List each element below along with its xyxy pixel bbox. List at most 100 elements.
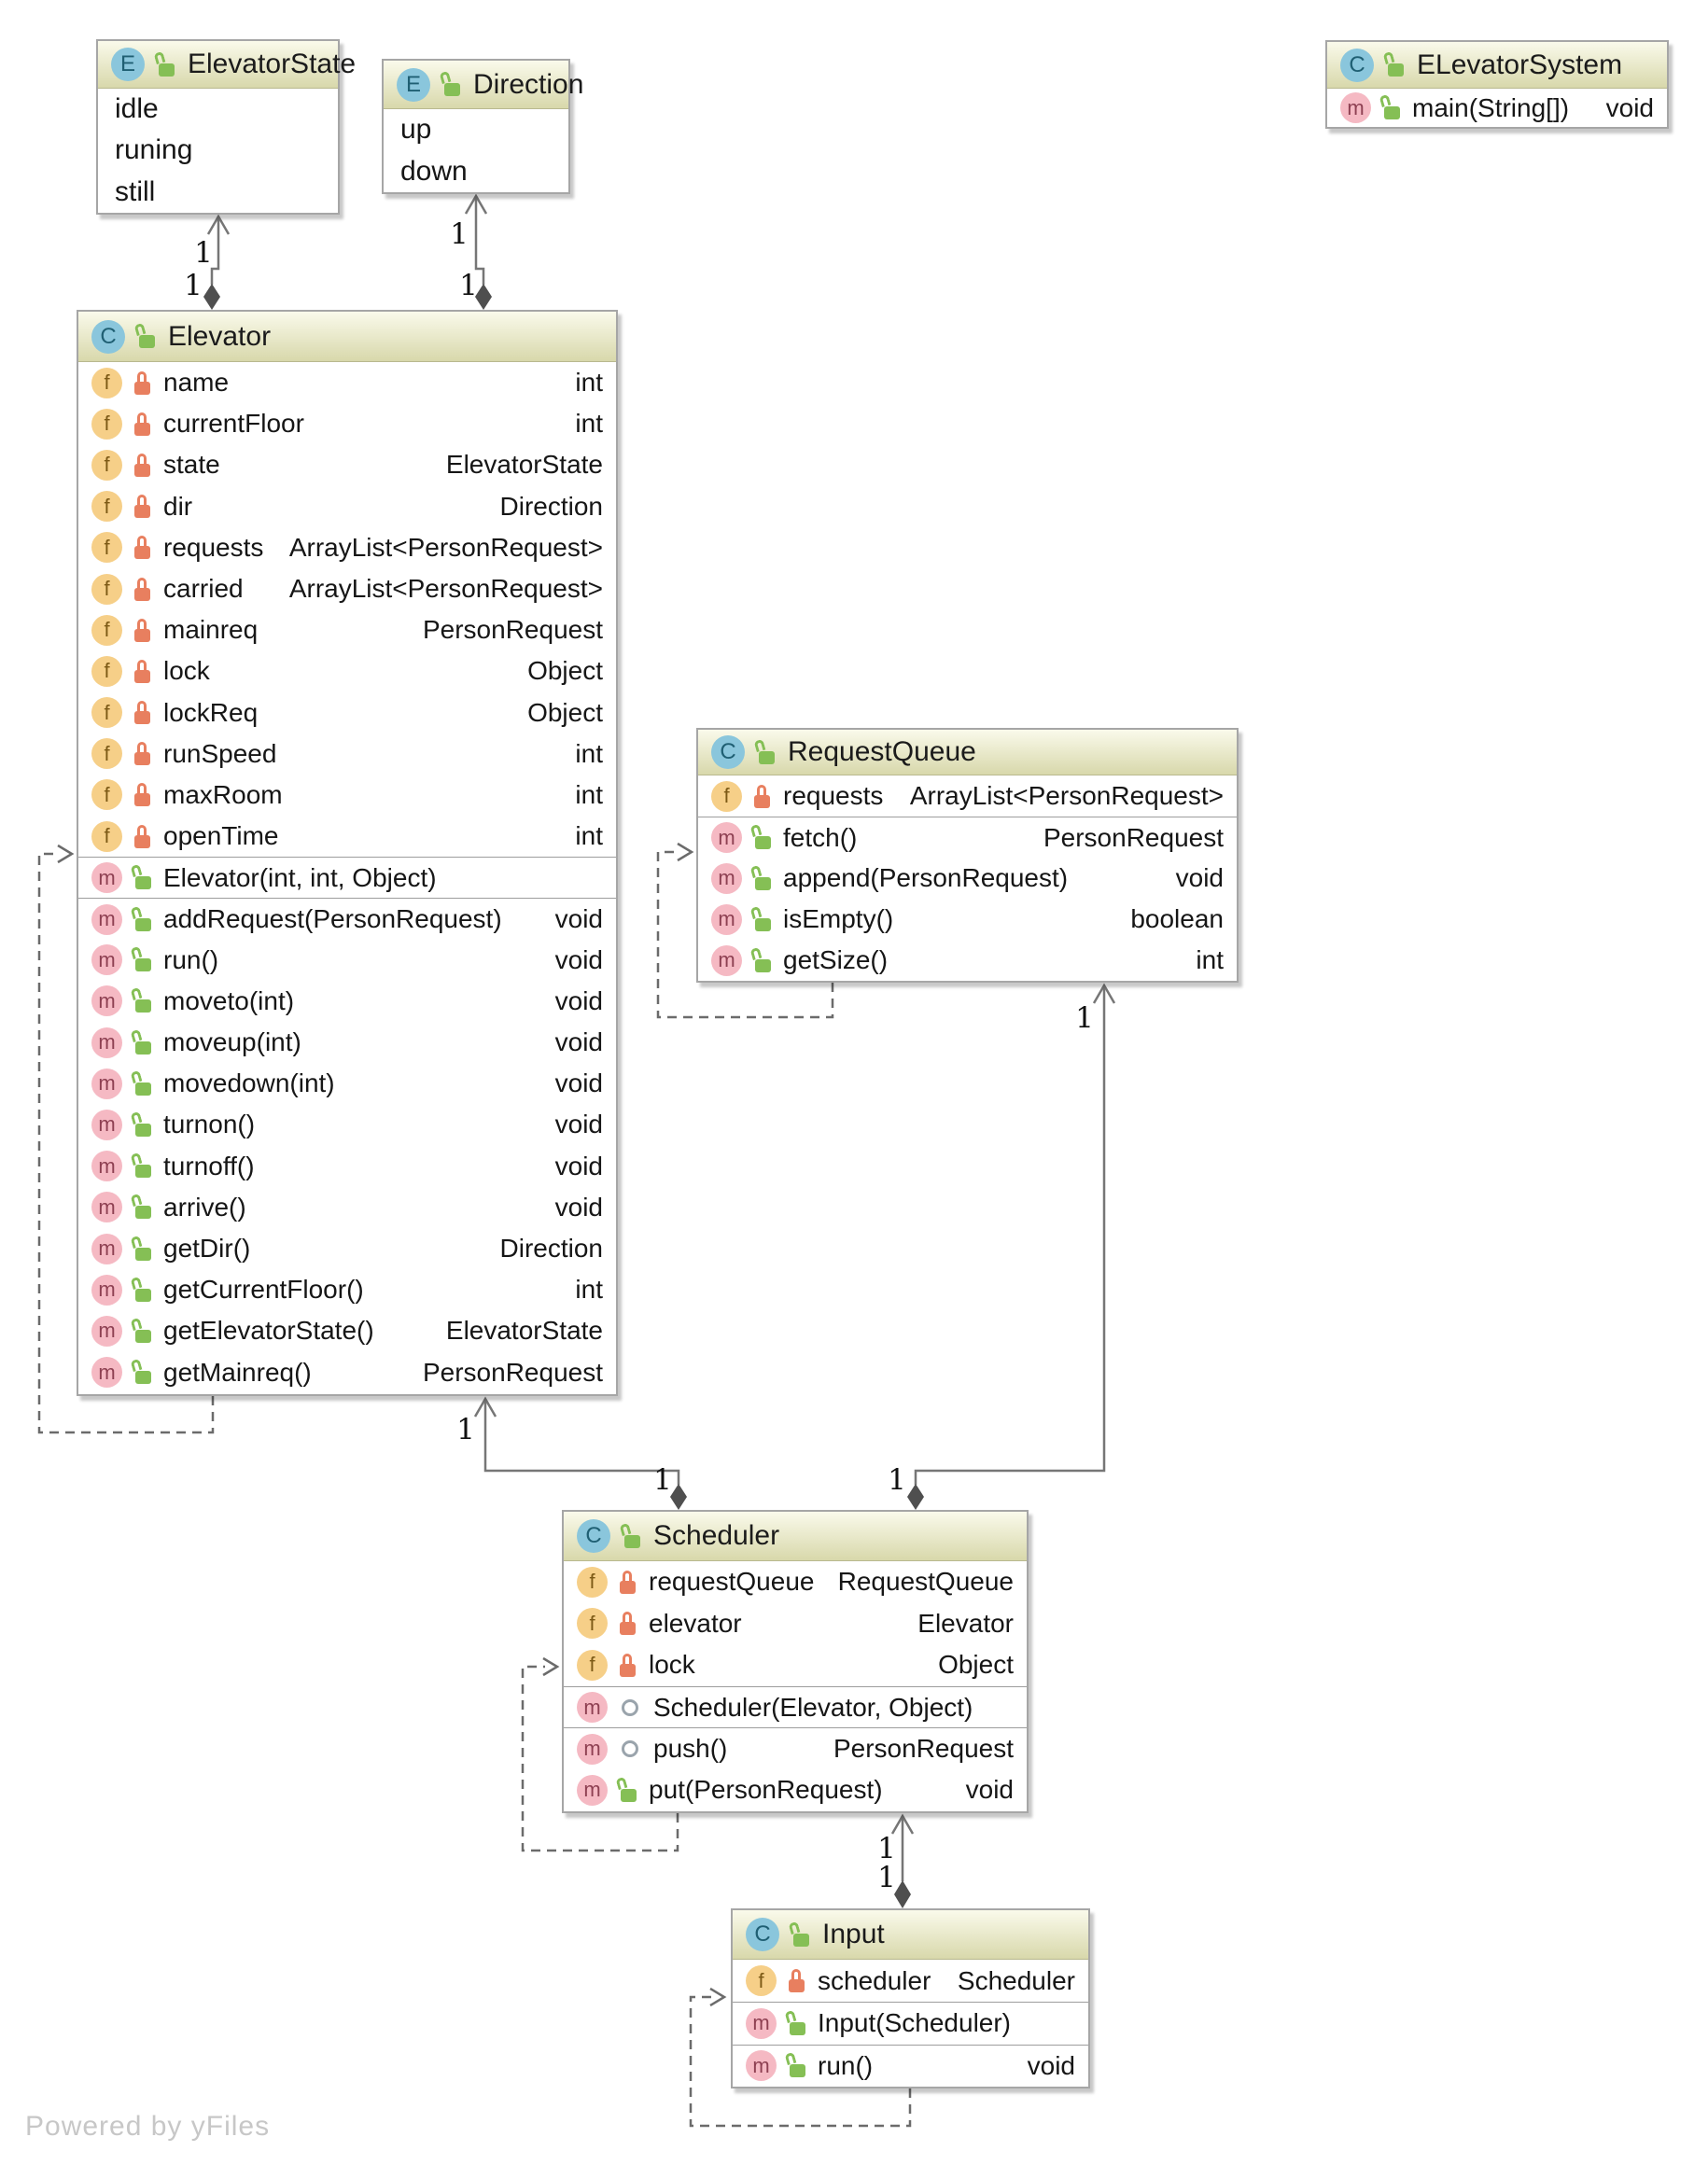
member-type: void xyxy=(554,904,603,934)
method-row[interactable]: m push() PersonRequest xyxy=(564,1727,1027,1769)
multiplicity-label: 1 xyxy=(456,1413,475,1446)
member-type: ArrayList<PersonRequest> xyxy=(288,532,603,562)
class-header[interactable]: C Input xyxy=(733,1910,1088,1960)
lock-closed-icon xyxy=(133,412,153,437)
class-node-elevatorsystem[interactable]: C ELevatorSystem m main(String[]) void xyxy=(1325,40,1669,129)
method-row[interactable]: m getDir() Direction xyxy=(78,1228,616,1269)
method-row[interactable]: m turnoff() void xyxy=(78,1146,616,1187)
method-row[interactable]: m run() void xyxy=(78,940,616,981)
method-row[interactable]: m movedown(int) void xyxy=(78,1063,616,1104)
class-header[interactable]: C Scheduler xyxy=(564,1512,1027,1561)
field-row[interactable]: f mainreq PersonRequest xyxy=(78,609,616,650)
field-row[interactable]: f scheduler Scheduler xyxy=(733,1960,1088,2002)
member-name: requests xyxy=(783,781,884,810)
method-icon: m xyxy=(91,1192,122,1223)
lock-open-icon xyxy=(130,987,153,1013)
class-node-elevator[interactable]: C Elevator f name int f currentFloor int f st… xyxy=(77,310,618,1396)
field-row[interactable]: f runSpeed int xyxy=(78,733,616,775)
field-row[interactable]: f name int xyxy=(78,362,616,403)
field-row[interactable]: f state ElevatorState xyxy=(78,444,616,485)
lock-closed-icon xyxy=(133,535,153,560)
method-icon: m xyxy=(91,1274,122,1306)
lock-open-icon xyxy=(615,1776,638,1803)
field-row[interactable]: f carried ArrayList<PersonRequest> xyxy=(78,568,616,609)
lock-open-icon xyxy=(130,1194,153,1220)
method-row[interactable]: m getElevatorState() ElevatorState xyxy=(78,1310,616,1351)
lock-closed-icon xyxy=(752,784,773,809)
member-name: lock xyxy=(649,1650,695,1680)
enum-header[interactable]: E ElevatorState xyxy=(98,41,356,89)
multiplicity-label: 1 xyxy=(653,1463,672,1497)
method-row[interactable]: m getCurrentFloor() int xyxy=(78,1269,616,1310)
member-type: int xyxy=(575,738,603,768)
class-node-input[interactable]: C Input f scheduler Scheduler m Input(Sched… xyxy=(731,1908,1090,2088)
member-type: Object xyxy=(527,697,603,727)
method-row[interactable]: m addRequest(PersonRequest) void xyxy=(78,898,616,939)
member-name: getDir() xyxy=(163,1234,251,1264)
enum-value-row[interactable]: down xyxy=(384,151,568,193)
field-icon: f xyxy=(91,779,122,811)
field-icon: f xyxy=(91,532,122,564)
package-private-icon xyxy=(622,1698,638,1716)
field-icon: f xyxy=(91,491,122,523)
field-row[interactable]: f lockReq Object xyxy=(78,692,616,733)
enum-header[interactable]: E Direction xyxy=(384,61,583,109)
field-row[interactable]: f currentFloor int xyxy=(78,403,616,444)
method-row[interactable]: m append(PersonRequest) void xyxy=(698,858,1237,899)
method-row[interactable]: m main(String[]) void xyxy=(1327,89,1667,127)
enum-node-elevatorstate[interactable]: E ElevatorState idle runing still xyxy=(96,39,356,215)
uml-diagram-canvas: 1 1 1 1 1 1 1 1 1 1 E ElevatorState idle… xyxy=(0,0,1708,2165)
lock-open-icon xyxy=(130,1028,153,1055)
field-row[interactable]: f elevator Elevator xyxy=(564,1603,1027,1645)
field-icon: f xyxy=(91,367,122,398)
lock-closed-icon xyxy=(133,370,153,396)
class-header[interactable]: C ELevatorSystem xyxy=(1327,42,1667,89)
member-name: Elevator(int, int, Object) xyxy=(163,862,437,892)
method-row[interactable]: m run() void xyxy=(733,2044,1088,2087)
field-row[interactable]: f requestQueue RequestQueue xyxy=(564,1561,1027,1603)
enum-value-row[interactable]: idle xyxy=(98,89,338,130)
method-row[interactable]: m put(PersonRequest) void xyxy=(564,1769,1027,1811)
class-icon: C xyxy=(711,735,745,769)
class-header[interactable]: C RequestQueue xyxy=(698,730,1237,775)
member-name: turnon() xyxy=(163,1110,256,1139)
method-row[interactable]: m getMainreq() PersonRequest xyxy=(78,1352,616,1393)
member-type: void xyxy=(554,1027,603,1057)
lock-closed-icon xyxy=(133,782,153,807)
composition-edge-scheduler-requestqueue[interactable] xyxy=(907,983,1116,1510)
field-row[interactable]: f lock Object xyxy=(78,650,616,691)
member-type: void xyxy=(554,1069,603,1098)
method-row[interactable]: m arrive() void xyxy=(78,1187,616,1228)
method-row[interactable]: m isEmpty() boolean xyxy=(698,899,1237,940)
class-node-requestqueue[interactable]: C RequestQueue f requests ArrayList<Person… xyxy=(696,728,1239,983)
method-row[interactable]: m moveup(int) void xyxy=(78,1022,616,1063)
method-row[interactable]: m fetch() PersonRequest xyxy=(698,817,1237,858)
member-name: dir xyxy=(163,491,193,521)
member-type: ArrayList<PersonRequest> xyxy=(288,574,603,604)
enum-value-row[interactable]: still xyxy=(98,172,338,213)
class-header[interactable]: C Elevator xyxy=(78,312,616,362)
member-type: PersonRequest xyxy=(833,1734,1014,1764)
field-row[interactable]: f requests ArrayList<PersonRequest> xyxy=(78,527,616,568)
field-row[interactable]: f openTime int xyxy=(78,816,616,857)
field-row[interactable]: f dir Direction xyxy=(78,486,616,527)
enum-value-row[interactable]: runing xyxy=(98,130,338,171)
method-row[interactable]: m moveto(int) void xyxy=(78,981,616,1022)
class-node-scheduler[interactable]: C Scheduler f requestQueue RequestQueue f e… xyxy=(562,1510,1029,1813)
lock-open-icon xyxy=(1382,50,1406,77)
method-row[interactable]: m turnon() void xyxy=(78,1104,616,1145)
method-row[interactable]: m getSize() int xyxy=(698,940,1237,981)
member-name: fetch() xyxy=(783,822,858,852)
enum-value-row[interactable]: up xyxy=(384,109,568,151)
method-icon: m xyxy=(711,944,742,976)
constructor-row[interactable]: m Scheduler(Elevator, Object) xyxy=(564,1685,1027,1728)
lock-open-icon xyxy=(749,864,773,891)
field-row[interactable]: f lock Object xyxy=(564,1644,1027,1686)
field-row[interactable]: f requests ArrayList<PersonRequest> xyxy=(698,775,1237,817)
constructor-row[interactable]: m Elevator(int, int, Object) xyxy=(78,857,616,898)
enum-node-direction[interactable]: E Direction up down xyxy=(382,59,583,194)
member-type: Scheduler xyxy=(957,1965,1075,1995)
field-row[interactable]: f maxRoom int xyxy=(78,775,616,816)
constructor-row[interactable]: m Input(Scheduler) xyxy=(733,2002,1088,2044)
member-name: addRequest(PersonRequest) xyxy=(163,904,502,934)
